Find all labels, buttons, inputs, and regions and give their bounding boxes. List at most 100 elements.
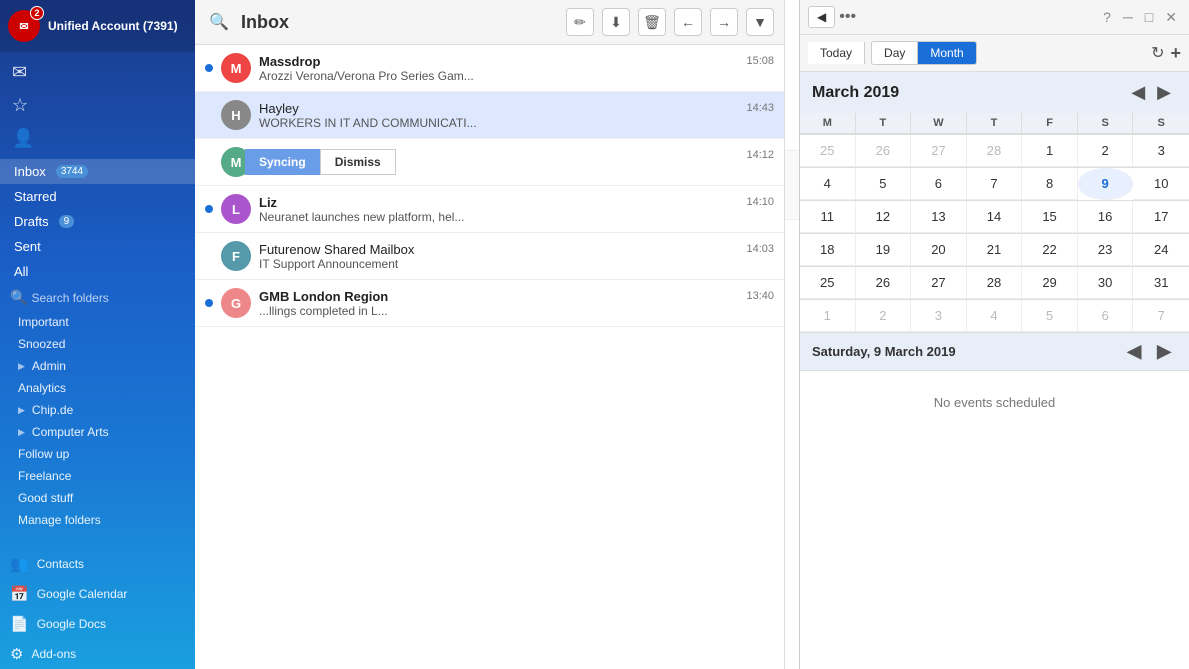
minimize-icon[interactable]: ─ bbox=[1119, 7, 1137, 27]
cal-day[interactable]: 19 bbox=[856, 234, 912, 266]
cal-day[interactable]: 13 bbox=[911, 201, 967, 233]
cal-day[interactable]: 4 bbox=[800, 168, 856, 200]
cal-day[interactable]: 20 bbox=[911, 234, 967, 266]
cal-day[interactable]: 6 bbox=[911, 168, 967, 200]
compose-button[interactable]: ✏ bbox=[566, 8, 594, 36]
cal-day[interactable]: 27 bbox=[911, 135, 967, 167]
sidebar-item-sent[interactable]: Sent bbox=[0, 234, 195, 259]
cal-day[interactable]: 31 bbox=[1133, 267, 1189, 299]
cal-day[interactable]: 26 bbox=[856, 267, 912, 299]
close-icon[interactable]: ✕ bbox=[1161, 7, 1181, 28]
maximize-icon[interactable]: □ bbox=[1141, 7, 1157, 27]
back-button[interactable]: ← bbox=[674, 8, 702, 36]
next-day-button[interactable]: ▶ bbox=[1151, 339, 1177, 364]
calendar-week-6: 1 2 3 4 5 6 7 bbox=[800, 300, 1189, 333]
cal-day[interactable]: 16 bbox=[1078, 201, 1134, 233]
sidebar-item-starred[interactable]: Starred bbox=[0, 184, 195, 209]
cal-day[interactable]: 23 bbox=[1078, 234, 1134, 266]
sidebar-item-analytics[interactable]: Analytics bbox=[0, 377, 195, 399]
forward-button[interactable]: → bbox=[710, 8, 738, 36]
sidebar-icon-star[interactable]: ☆ bbox=[0, 89, 195, 122]
cal-day[interactable]: 2 bbox=[1078, 135, 1134, 167]
syncing-button[interactable]: Syncing bbox=[245, 149, 320, 175]
sidebar-item-computer-arts[interactable]: Computer Arts bbox=[0, 421, 195, 443]
cal-day[interactable]: 8 bbox=[1022, 168, 1078, 200]
cal-day[interactable]: 28 bbox=[967, 267, 1023, 299]
sidebar-item-good-stuff[interactable]: Good stuff bbox=[0, 487, 195, 509]
sidebar-item-snoozed[interactable]: Snoozed bbox=[0, 333, 195, 355]
cal-day[interactable]: 25 bbox=[800, 135, 856, 167]
cal-day[interactable]: 27 bbox=[911, 267, 967, 299]
cal-day-today[interactable]: 9 bbox=[1078, 168, 1134, 200]
cal-day[interactable]: 21 bbox=[967, 234, 1023, 266]
google-docs-label: Google Docs bbox=[37, 617, 106, 631]
cal-day[interactable]: 1 bbox=[800, 300, 856, 332]
cal-day[interactable]: 18 bbox=[800, 234, 856, 266]
cal-day[interactable]: 7 bbox=[1133, 300, 1189, 332]
sidebar-item-google-docs[interactable]: 📄 Google Docs bbox=[0, 609, 195, 639]
cal-day[interactable]: 5 bbox=[1022, 300, 1078, 332]
sidebar-icon-person[interactable]: 👤 bbox=[0, 122, 195, 155]
sidebar-item-inbox[interactable]: Inbox 3744 bbox=[0, 159, 195, 184]
calendar-week-3: 11 12 13 14 15 16 17 bbox=[800, 201, 1189, 234]
cal-day[interactable]: 17 bbox=[1133, 201, 1189, 233]
more-options-icon[interactable]: ••• bbox=[839, 8, 856, 26]
add-event-icon[interactable]: + bbox=[1170, 43, 1181, 64]
day-view-button[interactable]: Day bbox=[872, 42, 918, 64]
more-button[interactable]: ▼ bbox=[746, 8, 774, 36]
prev-day-button[interactable]: ◀ bbox=[1121, 339, 1147, 364]
refresh-icon[interactable]: ↻ bbox=[1151, 43, 1164, 63]
dismiss-button[interactable]: Dismiss bbox=[320, 149, 396, 175]
sidebar-item-contacts[interactable]: 👥 Contacts bbox=[0, 549, 195, 579]
cal-day[interactable]: 30 bbox=[1078, 267, 1134, 299]
cal-day[interactable]: 11 bbox=[800, 201, 856, 233]
delete-button[interactable]: 🗑 bbox=[638, 8, 666, 36]
cal-day[interactable]: 6 bbox=[1078, 300, 1134, 332]
sidebar-item-follow-up[interactable]: Follow up bbox=[0, 443, 195, 465]
inbox-badge: 3744 bbox=[56, 165, 88, 178]
cal-day[interactable]: 22 bbox=[1022, 234, 1078, 266]
sidebar-item-admin[interactable]: Admin bbox=[0, 355, 195, 377]
day-header-t1: T bbox=[856, 113, 912, 134]
cal-day[interactable]: 5 bbox=[856, 168, 912, 200]
back-arrow[interactable]: ◀ bbox=[808, 6, 835, 28]
cal-day[interactable]: 7 bbox=[967, 168, 1023, 200]
cal-day[interactable]: 4 bbox=[967, 300, 1023, 332]
next-month-button[interactable]: ▶ bbox=[1151, 80, 1177, 105]
cal-day[interactable]: 12 bbox=[856, 201, 912, 233]
prev-month-button[interactable]: ◀ bbox=[1125, 80, 1151, 105]
month-view-button[interactable]: Month bbox=[918, 42, 975, 64]
cal-day[interactable]: 25 bbox=[800, 267, 856, 299]
help-icon[interactable]: ? bbox=[1099, 7, 1115, 27]
email-row[interactable]: M me, Mark (5) 14:12 ↵ Tutorial idea? Sy… bbox=[195, 139, 784, 186]
cal-day[interactable]: 2 bbox=[856, 300, 912, 332]
sidebar-item-google-calendar[interactable]: 📅 Google Calendar bbox=[0, 579, 195, 609]
sidebar-item-chip[interactable]: Chip.de bbox=[0, 399, 195, 421]
email-row[interactable]: H Hayley 14:43 WORKERS IN IT AND COMMUNI… bbox=[195, 92, 784, 139]
cal-day[interactable]: 3 bbox=[1133, 135, 1189, 167]
cal-day[interactable]: 14 bbox=[967, 201, 1023, 233]
cal-day[interactable]: 10 bbox=[1133, 168, 1189, 200]
sidebar-icon-mail[interactable]: ✉ bbox=[0, 56, 195, 89]
sidebar-item-add-ons[interactable]: ⚙ Add-ons bbox=[0, 639, 195, 669]
sidebar-item-important[interactable]: Important bbox=[0, 311, 195, 333]
download-button[interactable]: ⬇ bbox=[602, 8, 630, 36]
search-folders[interactable]: 🔍 Search folders bbox=[0, 284, 195, 311]
cal-day[interactable]: 26 bbox=[856, 135, 912, 167]
cal-day[interactable]: 29 bbox=[1022, 267, 1078, 299]
cal-day[interactable]: 15 bbox=[1022, 201, 1078, 233]
cal-day[interactable]: 1 bbox=[1022, 135, 1078, 167]
today-button[interactable]: Today bbox=[808, 42, 865, 64]
email-row[interactable]: L Liz 14:10 Neuranet launches new platfo… bbox=[195, 186, 784, 233]
cal-day[interactable]: 24 bbox=[1133, 234, 1189, 266]
email-row[interactable]: F Futurenow Shared Mailbox 14:03 IT Supp… bbox=[195, 233, 784, 280]
sidebar-item-drafts[interactable]: Drafts 9 bbox=[0, 209, 195, 234]
email-row[interactable]: G GMB London Region 13:40 ...llings comp… bbox=[195, 280, 784, 327]
cal-day[interactable]: 28 bbox=[967, 135, 1023, 167]
sidebar-item-all[interactable]: All bbox=[0, 259, 195, 284]
email-row[interactable]: M Massdrop 15:08 Arozzi Verona/Verona Pr… bbox=[195, 45, 784, 92]
cal-day[interactable]: 3 bbox=[911, 300, 967, 332]
sidebar-item-freelance[interactable]: Freelance bbox=[0, 465, 195, 487]
sidebar-item-manage-folders[interactable]: Manage folders bbox=[0, 509, 195, 531]
search-icon[interactable]: 🔍 bbox=[205, 8, 233, 36]
